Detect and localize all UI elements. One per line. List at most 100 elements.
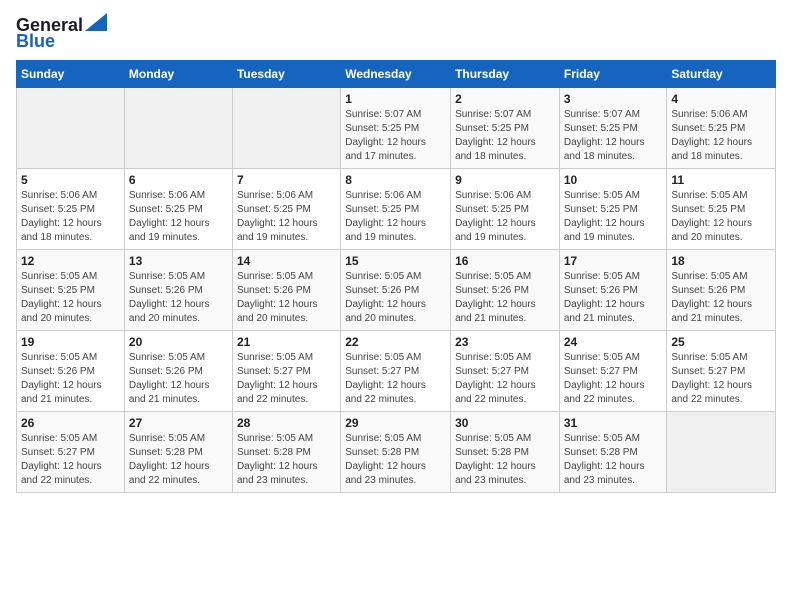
calendar-cell: 16 Sunrise: 5:05 AM Sunset: 5:26 PM Dayli…	[451, 249, 560, 330]
day-number: 29	[345, 416, 446, 430]
day-number: 20	[129, 335, 228, 349]
calendar-cell: 17Sunrise: 5:05 AM Sunset: 5:26 PM Dayli…	[559, 249, 667, 330]
day-info: Sunrise: 5:05 AM Sunset: 5:25 PM Dayligh…	[671, 189, 771, 245]
calendar-cell: 1 Sunrise: 5:07 AM Sunset: 5:25 PM Daylig…	[341, 87, 451, 168]
week-row-5: 26Sunrise: 5:05 AM Sunset: 5:27 PM Dayli…	[17, 411, 776, 492]
day-info: Sunrise: 5:05 AM Sunset: 5:28 PM Dayligh…	[129, 432, 228, 488]
day-info: Sunrise: 5:05 AM Sunset: 5:26 PM Dayligh…	[455, 270, 555, 326]
day-number: 19	[21, 335, 120, 349]
day-info: Sunrise: 5:06 AM Sunset: 5:25 PM Dayligh…	[345, 189, 446, 245]
day-info: Sunrise: 5:06 AM Sunset: 5:25 PM Dayligh…	[671, 108, 771, 164]
calendar-cell: 25Sunrise: 5:05 AM Sunset: 5:27 PM Dayli…	[667, 330, 776, 411]
calendar-cell: 13 Sunrise: 5:05 AM Sunset: 5:26 PM Dayli…	[124, 249, 232, 330]
calendar-cell: 3 Sunrise: 5:07 AM Sunset: 5:25 PM Daylig…	[559, 87, 667, 168]
day-info: Sunrise: 5:05 AM Sunset: 5:26 PM Dayligh…	[237, 270, 336, 326]
calendar-cell: 2Sunrise: 5:07 AM Sunset: 5:25 PM Daylig…	[451, 87, 560, 168]
calendar-cell: 30 Sunrise: 5:05 AM Sunset: 5:28 PM Dayli…	[451, 411, 560, 492]
day-info: Sunrise: 5:05 AM Sunset: 5:27 PM Dayligh…	[455, 351, 555, 407]
day-number: 27	[129, 416, 228, 430]
calendar-cell: 4 Sunrise: 5:06 AM Sunset: 5:25 PM Daylig…	[667, 87, 776, 168]
day-number: 1	[345, 92, 446, 106]
day-number: 6	[129, 173, 228, 187]
day-number: 9	[455, 173, 555, 187]
day-info: Sunrise: 5:05 AM Sunset: 5:28 PM Dayligh…	[345, 432, 446, 488]
day-info: Sunrise: 5:05 AM Sunset: 5:27 PM Dayligh…	[21, 432, 120, 488]
calendar-cell	[232, 87, 340, 168]
day-number: 14	[237, 254, 336, 268]
calendar-cell: 27 Sunrise: 5:05 AM Sunset: 5:28 PM Dayli…	[124, 411, 232, 492]
day-info: Sunrise: 5:05 AM Sunset: 5:25 PM Dayligh…	[21, 270, 120, 326]
day-number: 24	[564, 335, 663, 349]
calendar-cell	[17, 87, 125, 168]
calendar-cell: 29 Sunrise: 5:05 AM Sunset: 5:28 PM Dayli…	[341, 411, 451, 492]
day-info: Sunrise: 5:07 AM Sunset: 5:25 PM Dayligh…	[455, 108, 555, 164]
day-info: Sunrise: 5:05 AM Sunset: 5:27 PM Dayligh…	[345, 351, 446, 407]
calendar-cell: 10 Sunrise: 5:05 AM Sunset: 5:25 PM Dayli…	[559, 168, 667, 249]
header-row: SundayMondayTuesdayWednesdayThursdayFrid…	[17, 60, 776, 87]
header-day-tuesday: Tuesday	[232, 60, 340, 87]
calendar-cell: 6Sunrise: 5:06 AM Sunset: 5:25 PM Daylig…	[124, 168, 232, 249]
day-number: 4	[671, 92, 771, 106]
header-day-saturday: Saturday	[667, 60, 776, 87]
calendar-cell: 15 Sunrise: 5:05 AM Sunset: 5:26 PM Dayli…	[341, 249, 451, 330]
day-number: 5	[21, 173, 120, 187]
calendar-cell: 23 Sunrise: 5:05 AM Sunset: 5:27 PM Dayli…	[451, 330, 560, 411]
day-info: Sunrise: 5:05 AM Sunset: 5:28 PM Dayligh…	[564, 432, 663, 488]
day-info: Sunrise: 5:05 AM Sunset: 5:26 PM Dayligh…	[129, 270, 228, 326]
calendar-cell: 11 Sunrise: 5:05 AM Sunset: 5:25 PM Dayli…	[667, 168, 776, 249]
day-info: Sunrise: 5:05 AM Sunset: 5:25 PM Dayligh…	[564, 189, 663, 245]
day-info: Sunrise: 5:05 AM Sunset: 5:26 PM Dayligh…	[345, 270, 446, 326]
logo-blue-text: Blue	[16, 31, 55, 51]
logo: General Blue	[16, 16, 107, 52]
day-number: 13	[129, 254, 228, 268]
day-number: 30	[455, 416, 555, 430]
calendar-body: 1 Sunrise: 5:07 AM Sunset: 5:25 PM Daylig…	[17, 87, 776, 492]
day-info: Sunrise: 5:05 AM Sunset: 5:26 PM Dayligh…	[671, 270, 771, 326]
day-number: 16	[455, 254, 555, 268]
calendar-cell: 19 Sunrise: 5:05 AM Sunset: 5:26 PM Dayli…	[17, 330, 125, 411]
week-row-2: 5 Sunrise: 5:06 AM Sunset: 5:25 PM Daylig…	[17, 168, 776, 249]
week-row-3: 12 Sunrise: 5:05 AM Sunset: 5:25 PM Dayli…	[17, 249, 776, 330]
header-day-thursday: Thursday	[451, 60, 560, 87]
calendar-cell: 21Sunrise: 5:05 AM Sunset: 5:27 PM Dayli…	[232, 330, 340, 411]
day-info: Sunrise: 5:06 AM Sunset: 5:25 PM Dayligh…	[237, 189, 336, 245]
header-day-monday: Monday	[124, 60, 232, 87]
calendar-table: SundayMondayTuesdayWednesdayThursdayFrid…	[16, 60, 776, 493]
day-info: Sunrise: 5:07 AM Sunset: 5:25 PM Dayligh…	[345, 108, 446, 164]
day-number: 10	[564, 173, 663, 187]
calendar-cell: 8 Sunrise: 5:06 AM Sunset: 5:25 PM Daylig…	[341, 168, 451, 249]
day-number: 28	[237, 416, 336, 430]
day-number: 22	[345, 335, 446, 349]
header-day-friday: Friday	[559, 60, 667, 87]
calendar-cell: 9 Sunrise: 5:06 AM Sunset: 5:25 PM Daylig…	[451, 168, 560, 249]
day-info: Sunrise: 5:05 AM Sunset: 5:26 PM Dayligh…	[21, 351, 120, 407]
calendar-cell: 31 Sunrise: 5:05 AM Sunset: 5:28 PM Dayli…	[559, 411, 667, 492]
calendar-cell: 26Sunrise: 5:05 AM Sunset: 5:27 PM Dayli…	[17, 411, 125, 492]
day-number: 25	[671, 335, 771, 349]
header-day-wednesday: Wednesday	[341, 60, 451, 87]
day-number: 11	[671, 173, 771, 187]
calendar-cell	[667, 411, 776, 492]
day-number: 8	[345, 173, 446, 187]
day-info: Sunrise: 5:05 AM Sunset: 5:28 PM Dayligh…	[237, 432, 336, 488]
day-info: Sunrise: 5:07 AM Sunset: 5:25 PM Dayligh…	[564, 108, 663, 164]
day-info: Sunrise: 5:06 AM Sunset: 5:25 PM Dayligh…	[455, 189, 555, 245]
calendar-cell: 7Sunrise: 5:06 AM Sunset: 5:25 PM Daylig…	[232, 168, 340, 249]
page-header: General Blue	[16, 16, 776, 52]
calendar-cell: 28 Sunrise: 5:05 AM Sunset: 5:28 PM Dayli…	[232, 411, 340, 492]
week-row-4: 19 Sunrise: 5:05 AM Sunset: 5:26 PM Dayli…	[17, 330, 776, 411]
day-number: 31	[564, 416, 663, 430]
calendar-cell: 20Sunrise: 5:05 AM Sunset: 5:26 PM Dayli…	[124, 330, 232, 411]
day-number: 3	[564, 92, 663, 106]
day-number: 17	[564, 254, 663, 268]
day-number: 23	[455, 335, 555, 349]
day-info: Sunrise: 5:05 AM Sunset: 5:28 PM Dayligh…	[455, 432, 555, 488]
calendar-cell	[124, 87, 232, 168]
day-number: 15	[345, 254, 446, 268]
calendar-cell: 24Sunrise: 5:05 AM Sunset: 5:27 PM Dayli…	[559, 330, 667, 411]
calendar-cell: 5Sunrise: 5:06 AM Sunset: 5:25 PM Daylig…	[17, 168, 125, 249]
calendar-cell: 12 Sunrise: 5:05 AM Sunset: 5:25 PM Dayli…	[17, 249, 125, 330]
calendar-cell: 18Sunrise: 5:05 AM Sunset: 5:26 PM Dayli…	[667, 249, 776, 330]
day-info: Sunrise: 5:05 AM Sunset: 5:27 PM Dayligh…	[237, 351, 336, 407]
day-number: 12	[21, 254, 120, 268]
